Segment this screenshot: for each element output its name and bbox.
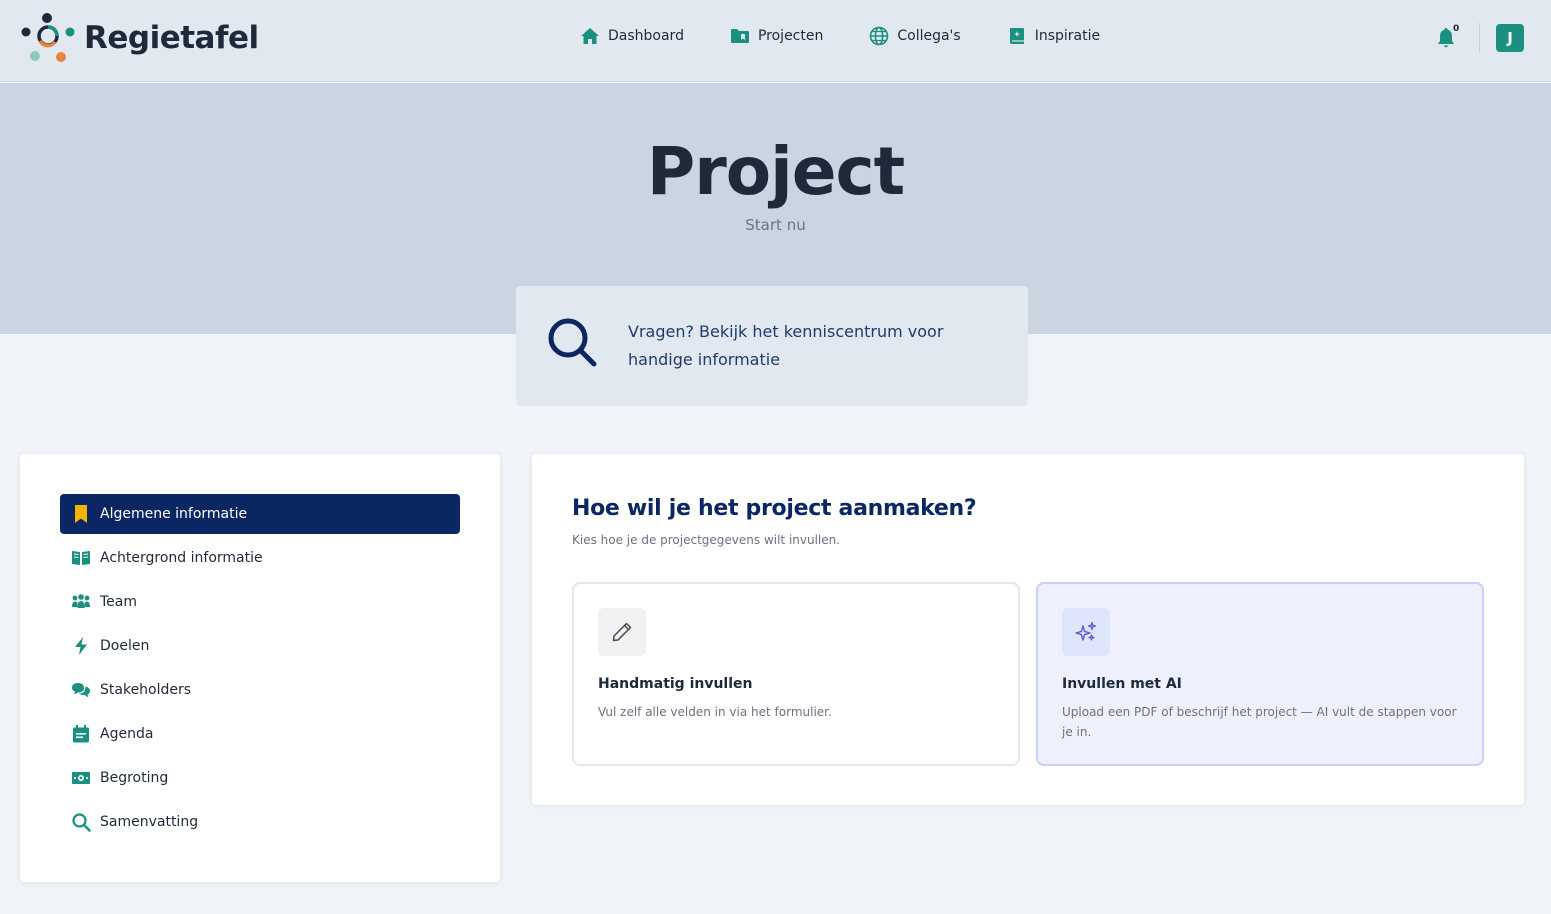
manual-option-icon-box <box>598 608 646 656</box>
search-icon <box>548 318 597 367</box>
create-project-card: Hoe wil je het project aanmaken? Kies ho… <box>532 454 1524 805</box>
option-title: Handmatig invullen <box>598 676 753 692</box>
step-team[interactable]: Team <box>60 582 460 622</box>
step-stakeholders[interactable]: Stakeholders <box>60 670 460 710</box>
step-list: Algemene informatie Achtergrond informat… <box>60 494 460 846</box>
nav-collegas[interactable]: Collega's <box>869 26 961 46</box>
bookmark-icon <box>75 505 87 523</box>
nav-dashboard-label: Dashboard <box>608 28 684 44</box>
ai-fill-option[interactable]: Invullen met AI Upload een PDF of beschr… <box>1036 582 1484 766</box>
page-subtitle: Start nu <box>745 216 806 234</box>
pencil-icon <box>612 622 632 642</box>
sparkles-icon <box>1075 621 1097 641</box>
step-label: Agenda <box>100 726 154 742</box>
step-begroting[interactable]: Begroting <box>60 758 460 798</box>
step-label: Doelen <box>100 638 150 654</box>
search-icon <box>72 813 91 832</box>
section-subtitle: Kies hoe je de projectgegevens wilt invu… <box>572 533 841 547</box>
book-icon <box>1009 28 1024 44</box>
app-logo[interactable]: Regietafel <box>20 10 259 66</box>
step-label: Begroting <box>100 770 169 786</box>
step-label: Algemene informatie <box>100 506 248 522</box>
step-label: Samenvatting <box>100 814 199 830</box>
calendar-icon <box>73 725 89 743</box>
user-avatar[interactable]: J <box>1496 24 1524 52</box>
manual-fill-option[interactable]: Handmatig invullen Vul zelf alle velden … <box>572 582 1020 766</box>
nav-projecten-label: Projecten <box>757 28 824 44</box>
step-label: Stakeholders <box>100 682 192 698</box>
step-samenvatting[interactable]: Samenvatting <box>60 802 460 842</box>
nav-dashboard[interactable]: Dashboard <box>580 26 684 46</box>
ai-option-icon-box <box>1062 608 1110 656</box>
money-icon <box>72 772 90 784</box>
app-name: Regietafel <box>84 20 259 56</box>
folder-icon <box>730 29 749 43</box>
notification-count: 0 <box>1453 24 1460 34</box>
lightning-icon <box>75 637 87 655</box>
page-title: Project <box>646 133 905 210</box>
nav-inspiratie-label: Inspiratie <box>1034 28 1101 44</box>
step-achtergrond-informatie[interactable]: Achtergrond informatie <box>60 538 460 578</box>
step-sidebar: Algemene informatie Achtergrond informat… <box>20 454 500 882</box>
home-icon <box>581 28 599 44</box>
option-description: Vul zelf alle velden in via het formulie… <box>598 705 832 719</box>
globe-icon <box>870 26 889 46</box>
header-divider <box>1479 23 1480 53</box>
knowledge-center-text: Vragen? Bekijk het kenniscentrum voor ha… <box>628 322 944 369</box>
knowledge-center-card[interactable]: Vragen? Bekijk het kenniscentrum voor ha… <box>516 286 1028 406</box>
nav-projecten[interactable]: Projecten <box>730 26 823 46</box>
step-algemene-informatie[interactable]: Algemene informatie <box>60 494 460 534</box>
logo-icon <box>20 10 76 66</box>
step-label: Team <box>100 594 138 610</box>
top-navigation-bar: Regietafel Dashboard Projecten Collega's… <box>0 0 1551 82</box>
section-title: Hoe wil je het project aanmaken? <box>572 496 977 521</box>
chat-icon <box>72 683 90 698</box>
step-agenda[interactable]: Agenda <box>60 714 460 754</box>
open-book-icon <box>72 551 90 565</box>
step-label: Achtergrond informatie <box>100 550 263 566</box>
main-nav: Dashboard Projecten Collega's Inspiratie <box>580 26 1146 46</box>
step-doelen[interactable]: Doelen <box>60 626 460 666</box>
option-title: Invullen met AI <box>1062 676 1182 692</box>
nav-inspiratie[interactable]: Inspiratie <box>1007 26 1100 46</box>
users-icon <box>72 594 90 608</box>
option-description: Upload een PDF of beschrijf het project … <box>1062 705 1457 739</box>
nav-collegas-label: Collega's <box>897 28 961 44</box>
